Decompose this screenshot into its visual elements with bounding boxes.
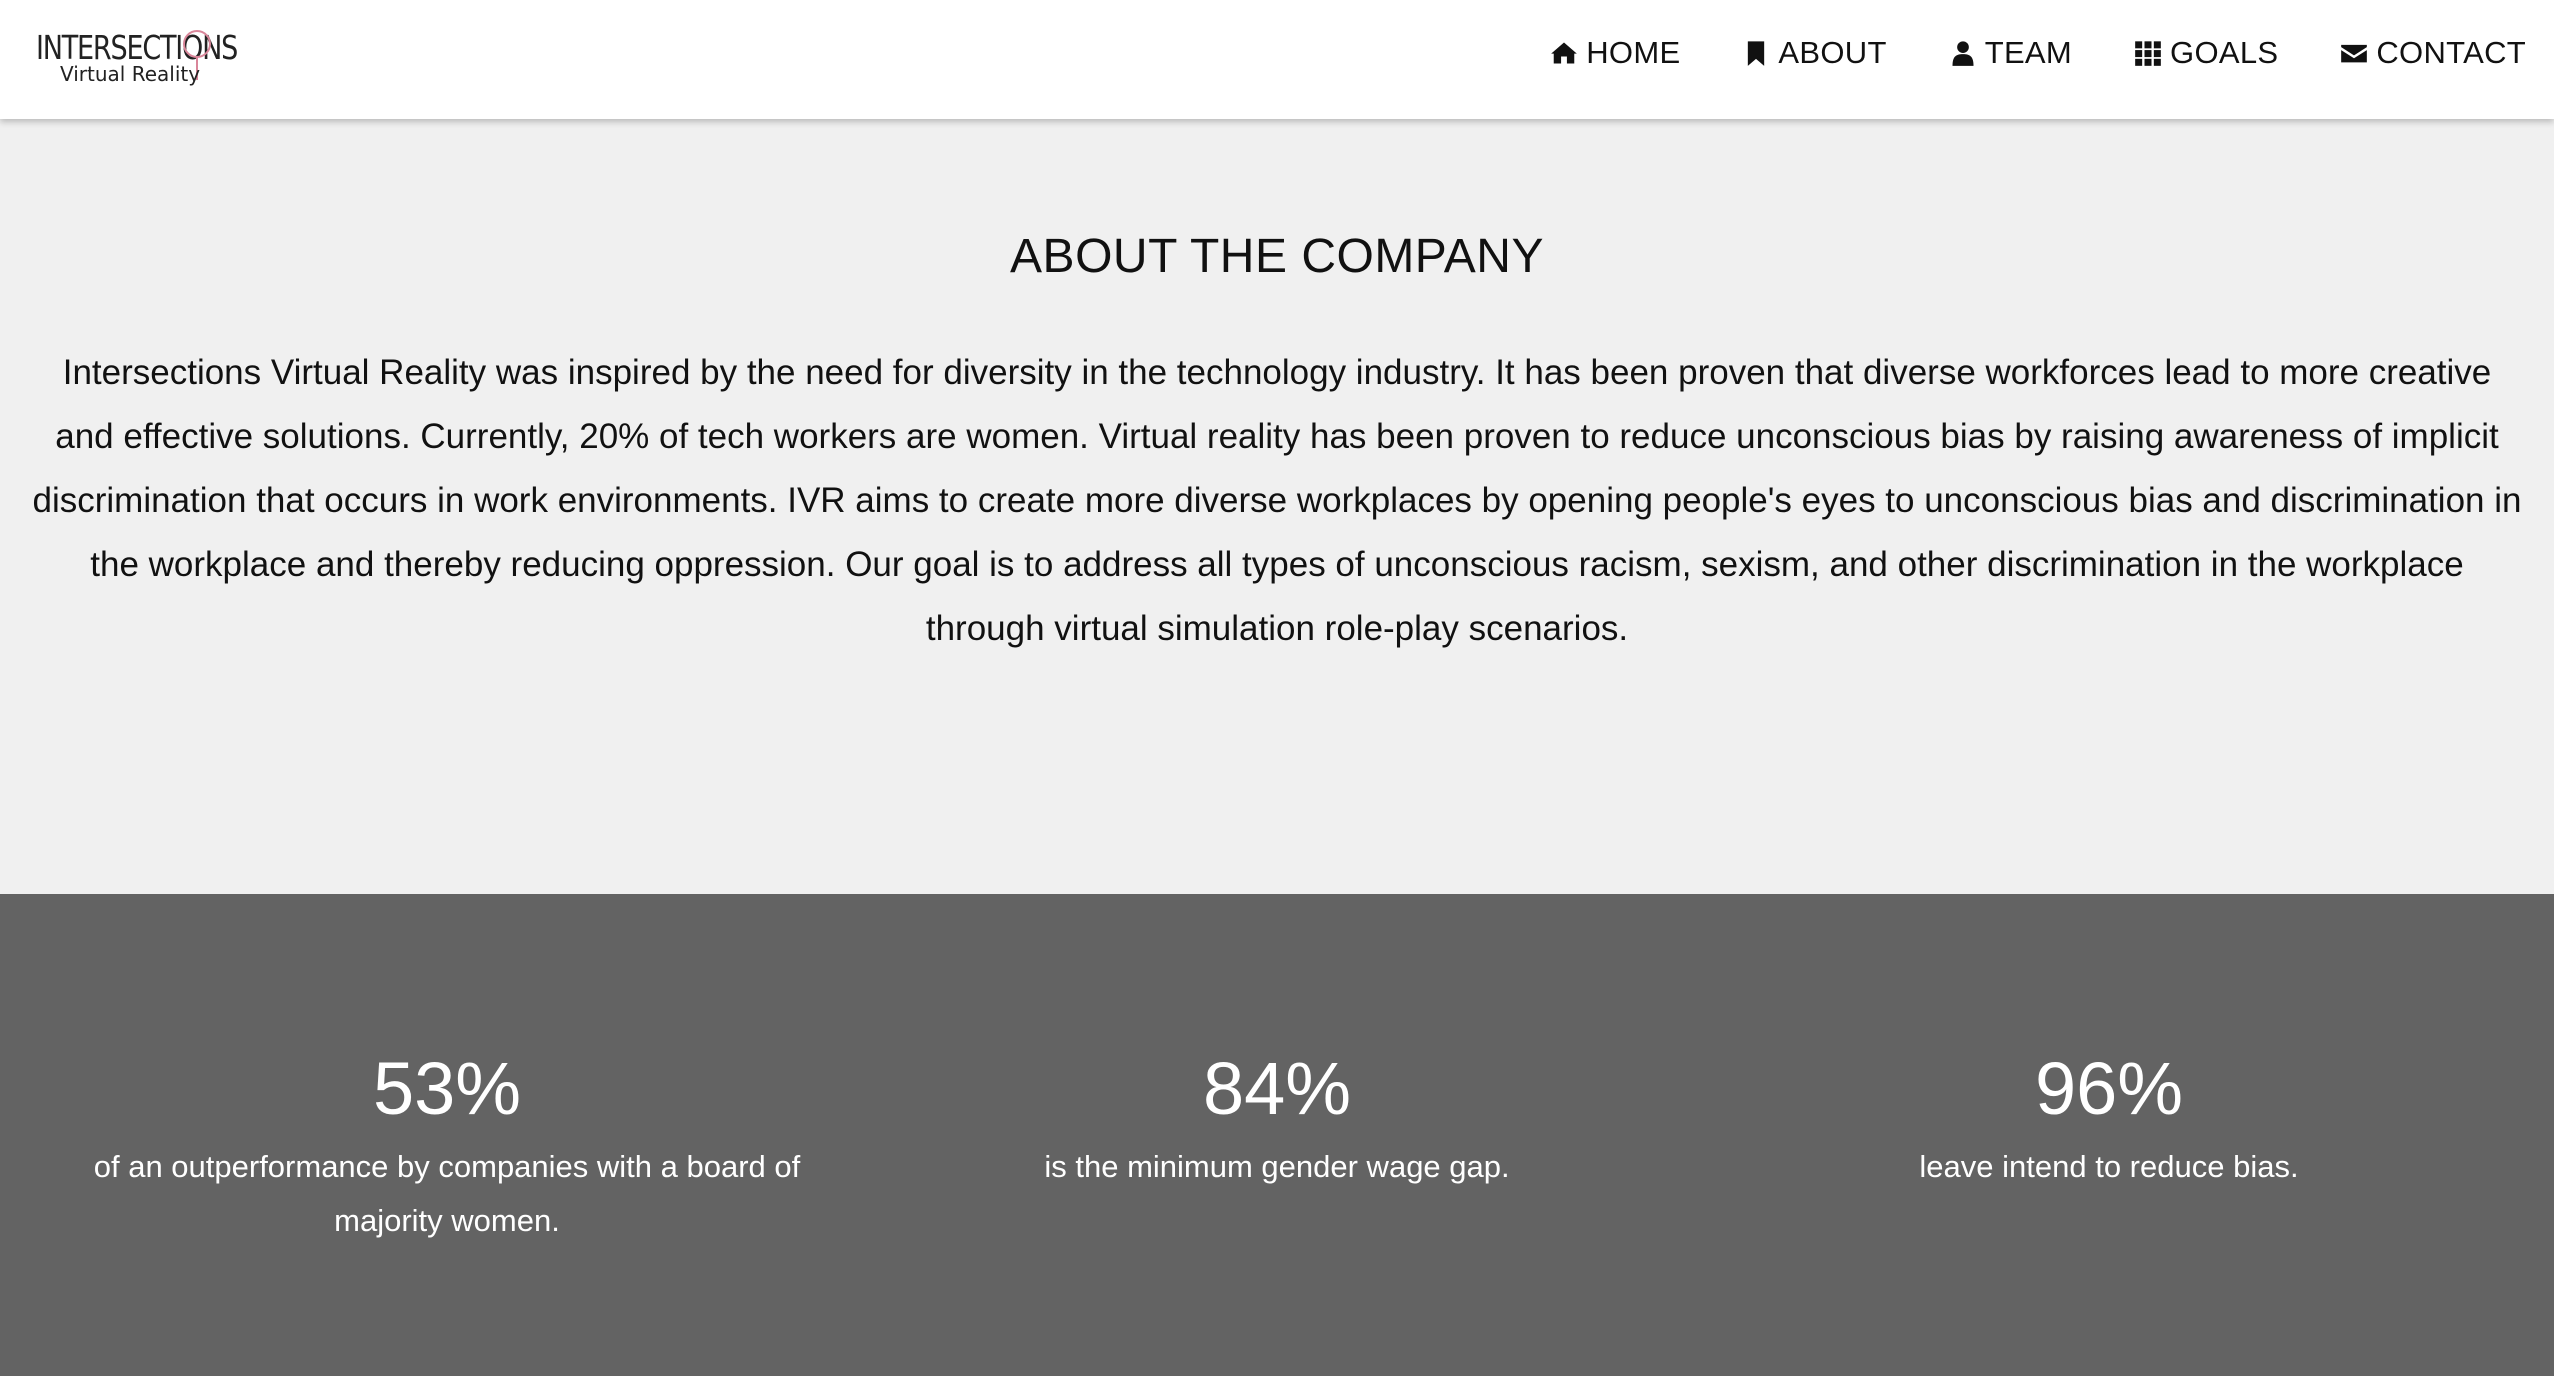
venus-symbol-icon [183,30,211,58]
about-section: ABOUT THE COMPANY Intersections Virtual … [0,119,2554,894]
nav-about-label: ABOUT [1778,35,1887,70]
about-body: Intersections Virtual Reality was inspir… [32,353,2522,648]
stat-value: 96% [2034,1047,2184,1130]
nav-team[interactable]: TEAM [1949,35,2072,71]
main-nav: HOME ABOUT TEAM GOALS CONTACT [1550,0,2526,106]
logo[interactable]: INTERSECTIONS Virtual Reality [36,28,238,88]
stat-description: of an outperformance by companies with a… [93,1149,801,1238]
logo-subtitle: Virtual Reality [60,62,201,86]
stats-section: 53% of an outperformance by companies wi… [0,894,2554,1376]
nav-home[interactable]: HOME [1550,35,1680,71]
nav-about[interactable]: ABOUT [1742,35,1886,71]
about-title: ABOUT THE COMPANY [1010,230,1544,283]
grid-icon [2135,41,2161,66]
nav-contact[interactable]: CONTACT [2340,35,2526,71]
navbar: INTERSECTIONS Virtual Reality HOME ABOUT… [0,0,2554,119]
stat-card: 96% leave intend to reduce bias. [1729,1044,2489,1194]
stat-card: 84% is the minimum gender wage gap. [897,1044,1657,1194]
user-icon [1952,41,1974,66]
stat-value: 53% [372,1047,522,1130]
stat-value: 84% [1202,1047,1352,1130]
envelope-icon [2341,44,2368,63]
nav-goals-label: GOALS [2170,35,2279,70]
nav-goals[interactable]: GOALS [2134,35,2278,71]
nav-home-label: HOME [1586,35,1681,70]
nav-contact-label: CONTACT [2376,35,2526,70]
nav-team-label: TEAM [1984,35,2073,70]
home-icon [1551,42,1578,64]
stat-description: leave intend to reduce bias. [1919,1149,2299,1184]
bookmark-icon [1748,41,1765,66]
stat-description: is the minimum gender wage gap. [1044,1149,1510,1184]
stat-card: 53% of an outperformance by companies wi… [67,1044,827,1248]
